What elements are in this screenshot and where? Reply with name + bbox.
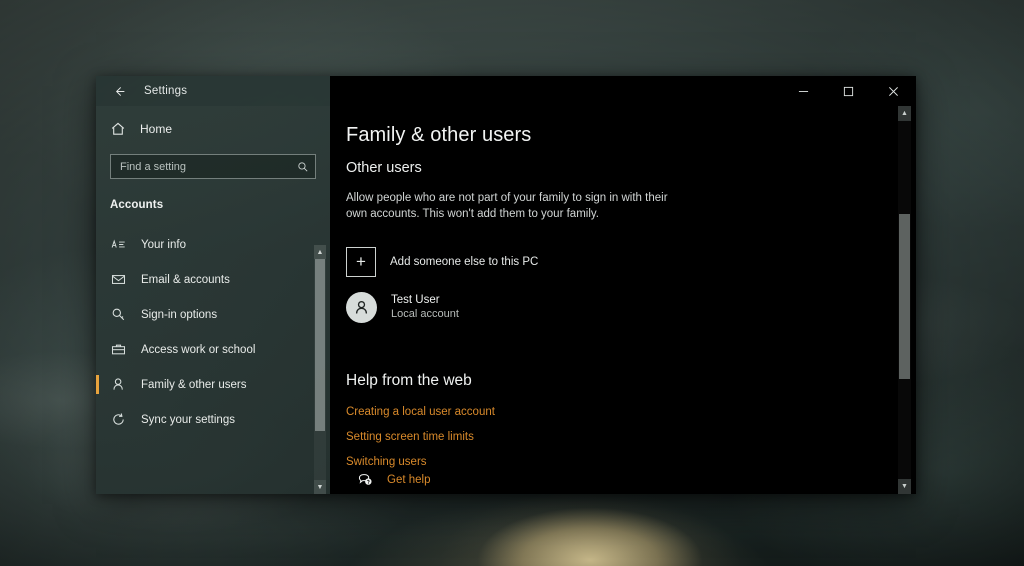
content-scrollbar[interactable]: ▲ ▼ — [898, 106, 911, 494]
selection-accent-bar — [96, 375, 99, 394]
sidebar-category-heading: Accounts — [110, 199, 164, 211]
page-title: Family & other users — [346, 124, 532, 146]
section-description: Allow people who are not part of your fa… — [346, 192, 668, 221]
selection-accent-bar — [96, 410, 99, 429]
sidebar-scrollbar[interactable]: ▲ ▼ — [314, 245, 326, 494]
user-account-texts: Test User Local account — [391, 294, 459, 320]
contact-card-icon — [110, 237, 127, 252]
titlebar-left-section: Settings — [96, 76, 330, 106]
help-link-switching-users[interactable]: Switching users — [346, 456, 916, 468]
selection-accent-bar — [96, 305, 99, 324]
user-account-row[interactable]: Test User Local account — [346, 291, 916, 323]
key-search-icon — [110, 307, 127, 322]
home-icon — [110, 121, 126, 137]
get-help-label: Get help — [387, 473, 431, 486]
sidebar-item-your-info[interactable]: Your info — [96, 227, 330, 262]
settings-window: Settings Home Find a setting Accounts Yo… — [96, 76, 916, 494]
settings-sidebar: Home Accounts — [96, 106, 330, 494]
selection-accent-bar — [96, 235, 99, 254]
sidebar-nav-list: Your info Email & accounts Sign-in optio… — [96, 227, 330, 437]
back-button[interactable] — [96, 76, 142, 106]
add-user-button[interactable]: + Add someone else to this PC — [346, 246, 916, 277]
user-account-type: Local account — [391, 308, 459, 321]
sidebar-item-label: Your info — [141, 238, 186, 251]
minimize-icon — [798, 90, 809, 92]
search-box[interactable] — [110, 154, 316, 179]
selection-accent-bar — [96, 270, 99, 289]
sync-icon — [110, 412, 127, 427]
content-scroll-down-arrow[interactable]: ▼ — [898, 479, 911, 494]
help-link-creating-local-user-account[interactable]: Creating a local user account — [346, 406, 916, 418]
window-body: Home Accounts — [96, 106, 916, 494]
back-arrow-icon — [115, 86, 124, 96]
sidebar-item-sign-in-options[interactable]: Sign-in options — [96, 297, 330, 332]
minimize-button[interactable] — [781, 76, 826, 106]
sidebar-scroll-up-arrow[interactable]: ▲ — [314, 245, 326, 259]
close-icon — [889, 86, 898, 96]
sidebar-item-label: Email & accounts — [141, 273, 230, 286]
briefcase-icon — [110, 342, 127, 357]
get-help-button[interactable]: Get help — [358, 472, 430, 487]
sidebar-item-email-accounts[interactable]: Email & accounts — [96, 262, 330, 297]
sidebar-item-family-other-users[interactable]: Family & other users — [96, 367, 330, 402]
titlebar-right-section — [330, 76, 916, 106]
app-title: Settings — [144, 85, 188, 97]
help-section-title: Help from the web — [346, 371, 472, 389]
settings-content-pane: Family & other users Other users Allow p… — [330, 106, 916, 494]
plus-icon: + — [346, 246, 376, 277]
sidebar-scroll-down-arrow[interactable]: ▼ — [314, 480, 326, 494]
content-scroll-thumb[interactable] — [899, 214, 910, 379]
person-avatar-icon — [346, 291, 377, 323]
section-title: Other users — [346, 160, 422, 176]
content-scroll-track[interactable] — [898, 121, 911, 479]
user-name: Test User — [391, 294, 440, 307]
home-label: Home — [140, 122, 173, 136]
close-button[interactable] — [871, 76, 916, 106]
sidebar-item-label: Access work or school — [141, 343, 256, 356]
sidebar-item-home[interactable]: Home — [96, 112, 330, 146]
sidebar-item-label: Sign-in options — [141, 308, 218, 321]
sidebar-item-label: Family & other users — [141, 378, 247, 391]
selection-accent-bar — [96, 340, 99, 359]
search-icon — [297, 161, 309, 173]
search-container — [96, 146, 330, 179]
sidebar-item-sync-your-settings[interactable]: Sync your settings — [96, 402, 330, 437]
sidebar-scroll-track[interactable] — [314, 259, 326, 480]
sidebar-item-access-work-school[interactable]: Access work or school — [96, 332, 330, 367]
sidebar-scroll-thumb[interactable] — [315, 259, 325, 432]
search-input[interactable] — [120, 160, 297, 173]
help-chat-icon — [358, 472, 373, 487]
window-titlebar: Settings — [96, 76, 916, 106]
maximize-button[interactable] — [826, 76, 871, 106]
add-user-label: Add someone else to this PC — [390, 255, 539, 268]
content-scroll-up-arrow[interactable]: ▲ — [898, 106, 911, 121]
help-link-setting-screen-time-limits[interactable]: Setting screen time limits — [346, 431, 916, 443]
envelope-icon — [110, 272, 127, 287]
sidebar-item-label: Sync your settings — [141, 413, 235, 426]
person-icon — [110, 377, 127, 392]
maximize-icon — [843, 86, 854, 96]
